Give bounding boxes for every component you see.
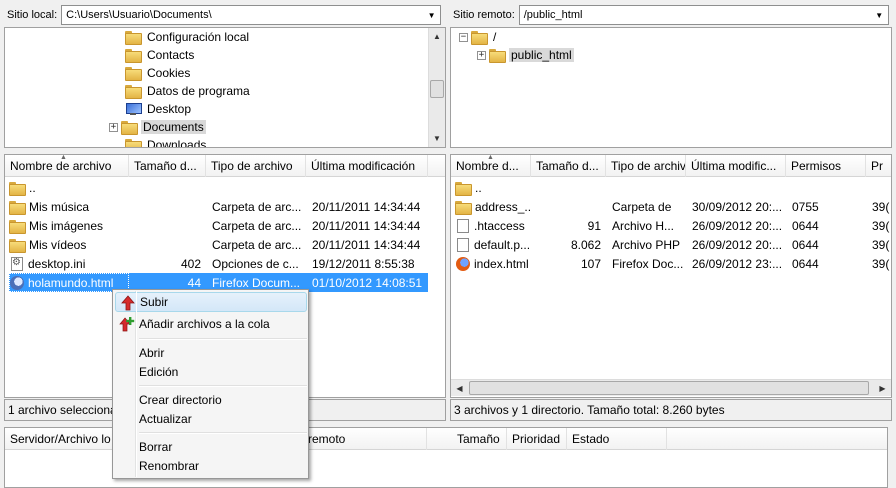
context-menu: Subir Añadir archivos a la cola Abrir Ed… bbox=[112, 289, 309, 479]
menu-item-add-to-queue[interactable]: Añadir archivos a la cola bbox=[115, 314, 307, 334]
local-path-bar: Sitio local: C:\Users\Usuario\Documents\… bbox=[4, 4, 446, 26]
remote-directory-tree[interactable]: − / + public_html bbox=[450, 27, 892, 148]
menu-item-refresh[interactable]: Actualizar bbox=[115, 409, 307, 429]
remote-status-text: 3 archivos y 1 directorio. Tamaño total:… bbox=[454, 403, 725, 417]
file-icon bbox=[457, 218, 469, 233]
column-header-local-file[interactable]: Servidor/Archivo lo bbox=[5, 428, 125, 450]
local-path-combobox[interactable]: C:\Users\Usuario\Documents\ ▼ bbox=[61, 5, 442, 25]
folder-icon bbox=[125, 138, 142, 147]
folder-icon bbox=[125, 84, 142, 99]
remote-file-list[interactable]: ▲ Nombre d... Tamaño d... Tipo de archiv… bbox=[450, 154, 892, 398]
menu-item-rename[interactable]: Renombrar bbox=[115, 456, 307, 476]
folder-icon bbox=[455, 181, 472, 196]
remote-list-header: ▲ Nombre d... Tamaño d... Tipo de archiv… bbox=[451, 155, 891, 177]
column-header-size[interactable]: Tamaño d... bbox=[129, 155, 206, 177]
remote-path-combobox[interactable]: /public_html ▼ bbox=[518, 5, 889, 25]
folder-icon bbox=[9, 238, 26, 253]
remote-list-horizontal-scrollbar[interactable]: ◀ ▶ bbox=[451, 379, 891, 396]
chevron-down-icon[interactable]: ▼ bbox=[871, 6, 888, 24]
expand-icon[interactable]: + bbox=[477, 50, 486, 60]
folder-icon bbox=[121, 120, 138, 135]
list-item[interactable]: Mis imágenes Carpeta de arc... 20/11/201… bbox=[5, 216, 445, 235]
menu-item-open[interactable]: Abrir bbox=[115, 343, 307, 363]
folder-icon bbox=[471, 30, 488, 45]
folder-icon bbox=[9, 219, 26, 234]
settings-file-icon bbox=[11, 256, 23, 271]
add-to-queue-icon bbox=[119, 317, 135, 332]
folder-icon bbox=[9, 200, 26, 215]
folder-icon bbox=[489, 48, 506, 63]
folder-icon bbox=[125, 48, 142, 63]
list-item[interactable]: desktop.ini 402 Opciones de c... 19/12/2… bbox=[5, 254, 445, 273]
sort-ascending-icon: ▲ bbox=[487, 155, 494, 161]
list-item[interactable]: index.html 107 Firefox Doc... 26/09/2012… bbox=[451, 254, 891, 273]
menu-item-create-directory[interactable]: Crear directorio bbox=[115, 390, 307, 410]
list-item[interactable]: Mis vídeos Carpeta de arc... 20/11/2011 … bbox=[5, 235, 445, 254]
scroll-right-icon[interactable]: ▶ bbox=[874, 380, 891, 396]
scroll-left-icon[interactable]: ◀ bbox=[451, 380, 468, 396]
local-path-label: Sitio local: bbox=[7, 9, 58, 21]
sort-ascending-icon: ▲ bbox=[60, 155, 67, 161]
column-header-name[interactable]: ▲ Nombre de archivo bbox=[5, 155, 129, 177]
tree-item-selected[interactable]: + public_html bbox=[477, 46, 574, 64]
folder-icon bbox=[125, 30, 142, 45]
column-header-priority[interactable]: Prioridad bbox=[507, 428, 567, 450]
column-header-type[interactable]: Tipo de archivo bbox=[206, 155, 306, 177]
remote-status-bar: 3 archivos y 1 directorio. Tamaño total:… bbox=[450, 399, 892, 421]
local-tree-scrollbar[interactable]: ▲ ▼ bbox=[428, 28, 445, 147]
local-directory-tree[interactable]: Configuración local Contacts Cookies Dat… bbox=[4, 27, 446, 148]
html-file-icon bbox=[456, 256, 470, 271]
local-path-value: C:\Users\Usuario\Documents\ bbox=[66, 9, 212, 21]
column-header-name[interactable]: ▲ Nombre d... bbox=[451, 155, 531, 177]
tree-item[interactable]: Datos de programa bbox=[125, 82, 252, 100]
column-header-size[interactable]: Tamaño bbox=[452, 428, 507, 450]
column-header-type[interactable]: Tipo de archivo bbox=[606, 155, 686, 177]
folder-icon bbox=[9, 181, 26, 196]
upload-arrow-icon bbox=[121, 295, 135, 311]
folder-icon bbox=[455, 200, 472, 215]
list-item[interactable]: .htaccess 91 Archivo H... 26/09/2012 20:… bbox=[451, 216, 891, 235]
tree-item-selected[interactable]: + Documents bbox=[109, 118, 206, 136]
column-header-permissions[interactable]: Permisos bbox=[786, 155, 866, 177]
list-item[interactable]: default.p... 8.062 Archivo PHP 26/09/201… bbox=[451, 235, 891, 254]
remote-path-label: Sitio remoto: bbox=[453, 9, 515, 21]
scroll-thumb[interactable] bbox=[430, 80, 444, 98]
menu-separator bbox=[139, 432, 307, 434]
local-list-header: ▲ Nombre de archivo Tamaño d... Tipo de … bbox=[5, 155, 445, 177]
scroll-up-icon[interactable]: ▲ bbox=[429, 28, 445, 45]
folder-icon bbox=[125, 66, 142, 81]
column-header-modified[interactable]: Última modificación bbox=[306, 155, 428, 177]
tree-item[interactable]: Contacts bbox=[125, 46, 196, 64]
scroll-down-icon[interactable]: ▼ bbox=[429, 130, 445, 147]
list-item[interactable]: .. bbox=[451, 178, 891, 197]
menu-item-upload[interactable]: Subir bbox=[115, 292, 307, 312]
tree-item[interactable]: Configuración local bbox=[125, 28, 251, 46]
file-icon bbox=[457, 237, 469, 252]
desktop-icon bbox=[125, 102, 142, 116]
column-header-status[interactable]: Estado bbox=[567, 428, 667, 450]
menu-item-edit[interactable]: Edición bbox=[115, 362, 307, 382]
column-header-owner[interactable]: Pr bbox=[866, 155, 891, 177]
chevron-down-icon[interactable]: ▼ bbox=[423, 6, 440, 24]
expand-icon[interactable]: + bbox=[109, 122, 118, 132]
scroll-thumb[interactable] bbox=[469, 381, 869, 395]
remote-path-bar: Sitio remoto: /public_html ▼ bbox=[450, 4, 892, 26]
column-header-modified[interactable]: Última modific... bbox=[686, 155, 786, 177]
column-header-remote-file[interactable]: remoto bbox=[303, 428, 427, 450]
column-header-size[interactable]: Tamaño d... bbox=[531, 155, 606, 177]
list-item[interactable]: address_... Carpeta de 30/09/2012 20:...… bbox=[451, 197, 891, 216]
html-file-icon bbox=[10, 275, 24, 290]
menu-separator bbox=[139, 338, 307, 340]
tree-item[interactable]: − / bbox=[459, 28, 498, 46]
remote-path-value: /public_html bbox=[523, 9, 583, 21]
tree-item[interactable]: Cookies bbox=[125, 64, 192, 82]
list-item[interactable]: Mis música Carpeta de arc... 20/11/2011 … bbox=[5, 197, 445, 216]
collapse-icon[interactable]: − bbox=[459, 32, 468, 42]
list-item[interactable]: .. bbox=[5, 178, 445, 197]
menu-item-delete[interactable]: Borrar bbox=[115, 437, 307, 457]
menu-separator bbox=[139, 385, 307, 387]
tree-item[interactable]: Downloads bbox=[125, 136, 208, 147]
tree-item[interactable]: Desktop bbox=[125, 100, 193, 118]
